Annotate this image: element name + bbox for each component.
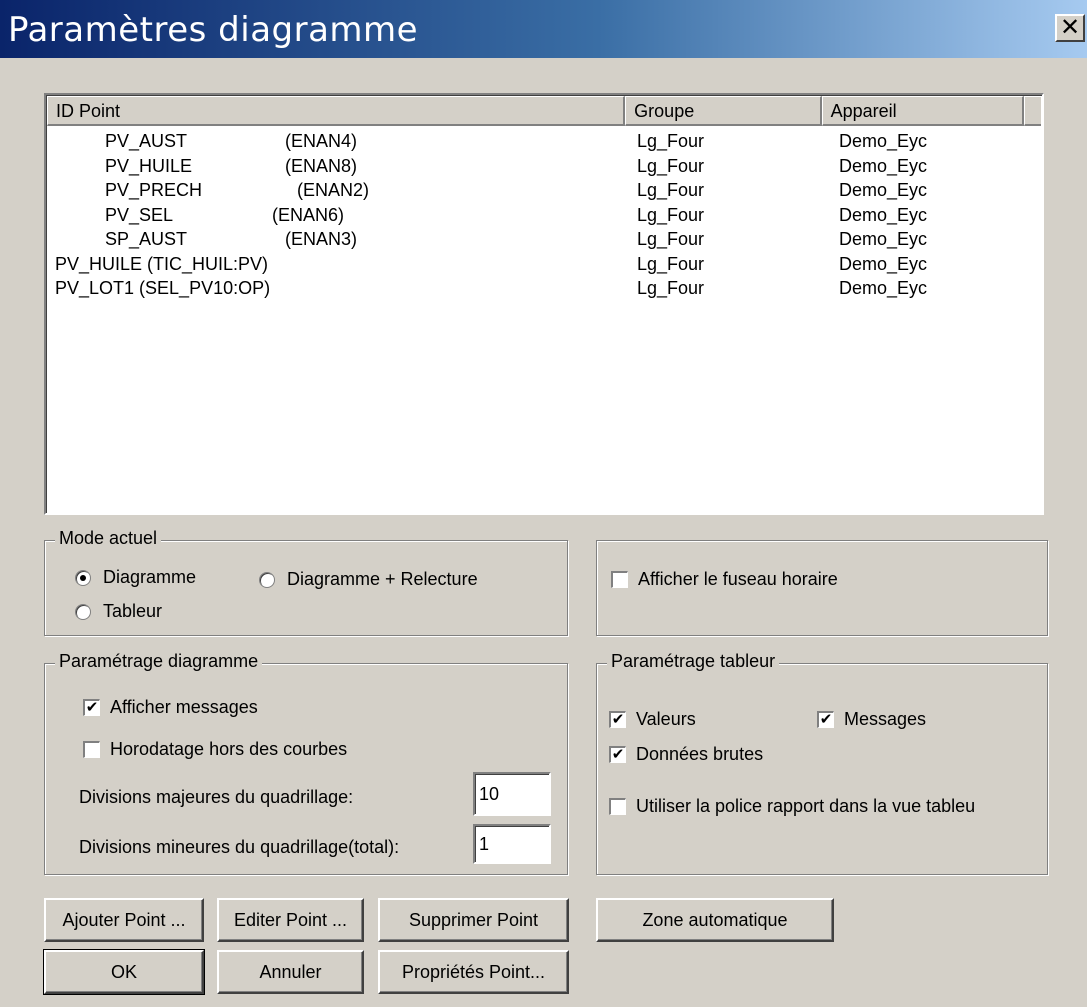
cell-id-point: PV_PRECH [105, 180, 203, 200]
checkbox-box: ✔ [83, 699, 100, 716]
table-settings-legend: Paramétrage tableur [607, 651, 780, 672]
cell-groupe: Lg_Four [637, 155, 705, 176]
checkbox-box [609, 798, 626, 815]
ok-button[interactable]: OK [43, 949, 205, 995]
cancel-button[interactable]: Annuler [217, 950, 364, 994]
checkbox-timezone-label: Afficher le fuseau horaire [638, 569, 838, 589]
window-title: Paramètres diagramme [8, 10, 419, 50]
cell-id-tag: (ENAN3) [285, 229, 358, 249]
checkbox-timezone[interactable]: Afficher le fuseau horaire [611, 569, 838, 590]
radio-tableur-label: Tableur [103, 601, 163, 621]
radio-diagramme-label: Diagramme [103, 567, 197, 587]
cell-groupe: Lg_Four [637, 278, 705, 298]
checkbox-box [83, 741, 100, 758]
point-properties-button[interactable]: Propriétés Point... [378, 950, 569, 994]
column-header-filler [1024, 96, 1041, 126]
checkbox-values[interactable]: ✔ Valeurs [609, 709, 696, 730]
cell-groupe: Lg_Four [637, 229, 705, 249]
checkbox-box: ✔ [609, 746, 626, 763]
cell-appareil: Demo_Eyc [839, 253, 928, 274]
list-item[interactable]: PV_AUST (ENAN4) Lg_Four Demo_Eyc [47, 129, 1043, 153]
checkbox-box: ✔ [609, 711, 626, 728]
check-mark-icon: ✔ [611, 710, 625, 728]
checkbox-values-label: Valeurs [636, 709, 696, 729]
delete-point-button[interactable]: Supprimer Point [378, 898, 569, 942]
auto-zone-button[interactable]: Zone automatique [596, 898, 834, 942]
column-header-appareil[interactable]: Appareil [821, 96, 1024, 126]
timezone-group: Afficher le fuseau horaire [596, 540, 1048, 636]
radio-diagramme[interactable]: Diagramme [75, 567, 196, 588]
title-bar: Paramètres diagramme ✕ [0, 0, 1087, 58]
list-item[interactable]: PV_PRECH (ENAN2) Lg_Four Demo_Eyc [47, 178, 1043, 202]
checkbox-box: ✔ [817, 711, 834, 728]
column-header-id-point[interactable]: ID Point [47, 96, 626, 126]
checkbox-show-messages[interactable]: ✔ Afficher messages [83, 697, 258, 718]
major-divisions-label: Divisions majeures du quadrillage: [79, 787, 354, 807]
cell-groupe: Lg_Four [637, 131, 705, 151]
checkbox-raw-data[interactable]: ✔ Données brutes [609, 744, 763, 765]
mode-legend: Mode actuel [55, 528, 162, 549]
cell-id-tag: (ENAN8) [285, 155, 358, 176]
cell-groupe: Lg_Four [637, 204, 705, 225]
list-item[interactable]: PV_HUILE (ENAN8) Lg_Four Demo_Eyc [47, 154, 1043, 178]
checkbox-timestamp[interactable]: Horodatage hors des courbes [83, 739, 347, 760]
close-button[interactable]: ✕ [1055, 14, 1085, 42]
diagram-settings-legend: Paramétrage diagramme [55, 651, 263, 672]
minor-divisions-input[interactable] [473, 824, 551, 864]
radio-diagramme-relecture-label: Diagramme + Relecture [287, 569, 478, 589]
check-mark-icon: ✔ [819, 710, 833, 728]
list-item[interactable]: PV_SEL (ENAN6) Lg_Four Demo_Eyc [47, 203, 1043, 227]
minor-divisions-label: Divisions mineures du quadrillage(total)… [79, 837, 400, 857]
cell-appareil: Demo_Eyc [839, 278, 928, 298]
close-icon: ✕ [1059, 13, 1081, 41]
checkbox-report-font-label: Utiliser la police rapport dans la vue t… [636, 796, 976, 816]
list-item[interactable]: SP_AUST (ENAN3) Lg_Four Demo_Eyc [47, 227, 1043, 251]
cell-appareil: Demo_Eyc [839, 229, 928, 249]
cell-id-point: PV_AUST [105, 131, 188, 151]
checkbox-messages[interactable]: ✔ Messages [817, 709, 926, 730]
table-settings-group: Paramétrage tableur ✔ Valeurs ✔ Messages… [596, 651, 1048, 875]
cell-id-tag: (ENAN2) [297, 180, 370, 200]
add-point-button[interactable]: Ajouter Point ... [44, 898, 204, 942]
checkbox-timestamp-label: Horodatage hors des courbes [110, 739, 348, 759]
cell-id-point: SP_AUST [105, 229, 188, 249]
check-mark-icon: ✔ [611, 745, 625, 763]
cell-id-point: PV_LOT1 (SEL_PV10:OP) [55, 278, 271, 298]
cell-groupe: Lg_Four [637, 253, 705, 274]
radio-tableur[interactable]: Tableur [75, 601, 162, 622]
cell-id-point: PV_HUILE [105, 155, 193, 176]
major-divisions-input[interactable] [473, 772, 551, 816]
cell-id-tag: (ENAN6) [272, 204, 345, 225]
cell-appareil: Demo_Eyc [839, 204, 928, 225]
radio-indicator [259, 571, 275, 588]
points-list[interactable]: ID Point Groupe Appareil PV_AUST (ENAN4) L… [44, 93, 1044, 515]
cell-groupe: Lg_Four [637, 180, 705, 200]
checkbox-box [611, 571, 628, 588]
checkbox-show-messages-label: Afficher messages [110, 697, 258, 717]
check-mark-icon: ✔ [85, 698, 99, 716]
list-item[interactable]: PV_LOT1 (SEL_PV10:OP) Lg_Four Demo_Eyc [47, 276, 1043, 300]
list-item[interactable]: PV_HUILE (TIC_HUIL:PV) Lg_Four Demo_Eyc [47, 252, 1043, 276]
list-header: ID Point Groupe Appareil [47, 96, 1041, 126]
radio-diagramme-relecture[interactable]: Diagramme + Relecture [259, 569, 478, 590]
cell-id-tag: (ENAN4) [285, 131, 358, 151]
cell-id-point: PV_SEL [105, 204, 174, 225]
checkbox-messages-label: Messages [844, 709, 927, 729]
cell-appareil: Demo_Eyc [839, 155, 928, 176]
cell-id-point: PV_HUILE (TIC_HUIL:PV) [55, 253, 269, 274]
diagram-settings-group: Paramétrage diagramme ✔ Afficher message… [44, 651, 568, 875]
cell-appareil: Demo_Eyc [839, 180, 928, 200]
cell-appareil: Demo_Eyc [839, 131, 928, 151]
checkbox-report-font[interactable]: Utiliser la police rapport dans la vue t… [609, 796, 975, 817]
radio-indicator [75, 569, 91, 586]
checkbox-raw-data-label: Données brutes [636, 744, 764, 764]
mode-group: Mode actuel Diagramme Diagramme + Relect… [44, 528, 568, 636]
radio-indicator [75, 603, 91, 620]
edit-point-button[interactable]: Editer Point ... [217, 898, 364, 942]
column-header-groupe[interactable]: Groupe [625, 96, 822, 126]
